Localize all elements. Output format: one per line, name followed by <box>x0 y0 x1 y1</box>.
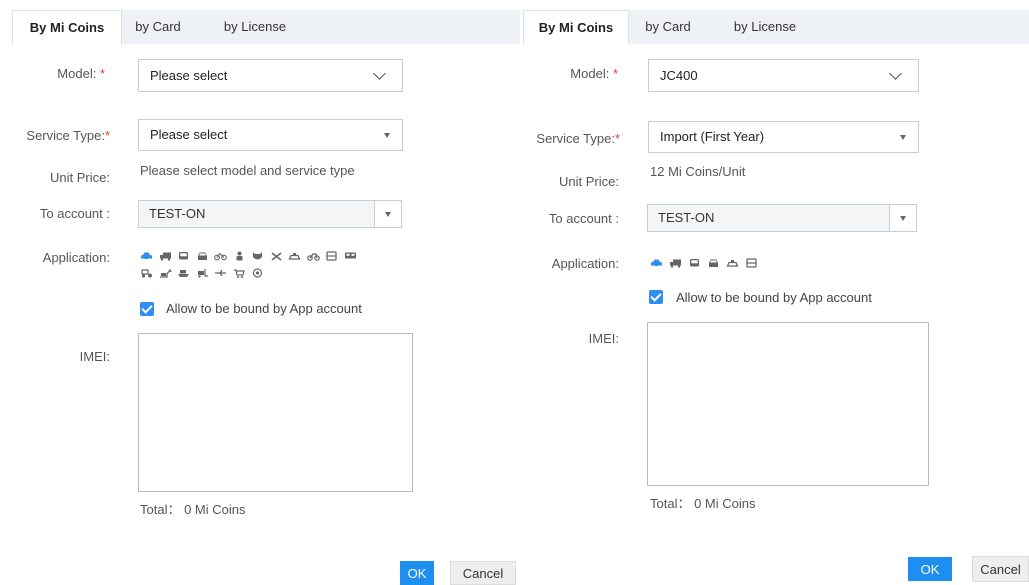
right-panel: By Mi Coins by Card by License Model: * … <box>520 0 1029 582</box>
target-icon[interactable] <box>251 268 264 278</box>
to-account-dropdown-button[interactable] <box>889 204 917 232</box>
allow-bind-label: Allow to be bound by App account <box>676 290 872 305</box>
service-type-label: Service Type:* <box>536 131 620 146</box>
service-type-value: Import (First Year) <box>660 129 765 144</box>
imei-textarea[interactable] <box>138 333 413 492</box>
to-account-label: To account : <box>548 211 619 226</box>
model-select-value: Please select <box>150 68 228 83</box>
model-select[interactable]: Please select <box>138 59 403 92</box>
to-account-dropdown-button[interactable] <box>374 200 402 228</box>
car-front-icon[interactable] <box>196 251 209 261</box>
animal-icon[interactable] <box>251 251 264 261</box>
left-panel: By Mi Coins by Card by License Model: * … <box>0 0 520 585</box>
coach-icon[interactable] <box>325 251 338 261</box>
allow-bind-checkbox[interactable] <box>140 302 154 316</box>
forklift-icon[interactable] <box>196 268 209 278</box>
cancel-button[interactable]: Cancel <box>972 556 1029 582</box>
cancel-button[interactable]: Cancel <box>450 561 516 585</box>
plane-icon[interactable] <box>214 268 227 278</box>
train-icon[interactable] <box>344 251 357 261</box>
to-account-combo[interactable]: TEST-ON <box>647 204 917 232</box>
tab-by-mi-coins[interactable]: By Mi Coins <box>12 10 122 45</box>
car-front-icon[interactable] <box>707 258 720 268</box>
person-icon[interactable] <box>233 251 246 261</box>
cart-icon[interactable] <box>233 268 246 278</box>
imei-label: IMEI: <box>588 331 619 346</box>
ok-button[interactable]: OK <box>400 561 434 585</box>
to-account-value: TEST-ON <box>149 206 206 221</box>
application-label: Application: <box>42 250 110 265</box>
coach-icon[interactable] <box>745 258 758 268</box>
model-select-value: JC400 <box>660 68 698 83</box>
service-type-label: Service Type:* <box>26 128 110 143</box>
ship-icon[interactable] <box>177 268 190 278</box>
unit-price-value: Please select model and service type <box>140 163 355 178</box>
bus-icon[interactable] <box>177 251 190 261</box>
to-account-value: TEST-ON <box>658 210 715 225</box>
tools-icon[interactable] <box>270 251 283 261</box>
ok-button[interactable]: OK <box>908 557 952 581</box>
tab-by-license[interactable]: by License <box>726 10 804 44</box>
imei-textarea[interactable] <box>647 322 929 486</box>
unit-price-value: 12 Mi Coins/Unit <box>650 164 746 179</box>
tab-by-license[interactable]: by License <box>216 10 294 44</box>
taxi-icon[interactable] <box>726 258 739 268</box>
model-select[interactable]: JC400 <box>648 59 919 92</box>
unit-price-label: Unit Price: <box>50 170 110 185</box>
taxi-icon[interactable] <box>288 251 301 261</box>
service-type-select[interactable]: Import (First Year) <box>648 121 919 153</box>
tractor-icon[interactable] <box>140 268 153 278</box>
tab-bar: By Mi Coins by Card by License <box>12 10 520 45</box>
imei-label: IMEI: <box>79 349 110 364</box>
total-text: Total： 0 Mi Coins <box>140 502 246 517</box>
excavator-icon[interactable] <box>159 268 172 278</box>
car-icon[interactable] <box>650 258 663 268</box>
tab-bar: By Mi Coins by Card by License <box>523 10 1029 45</box>
tab-by-card[interactable]: by Card <box>640 10 696 44</box>
bus-icon[interactable] <box>688 258 701 268</box>
allow-bind-label: Allow to be bound by App account <box>166 301 362 316</box>
truck-icon[interactable] <box>159 251 172 261</box>
caret-down-icon <box>385 212 391 217</box>
truck-icon[interactable] <box>669 258 682 268</box>
caret-down-icon <box>384 133 390 138</box>
chevron-down-icon <box>889 67 902 80</box>
caret-down-icon <box>900 216 906 221</box>
service-type-value: Please select <box>150 127 228 142</box>
to-account-label: To account : <box>39 206 110 221</box>
unit-price-label: Unit Price: <box>559 174 619 189</box>
tab-by-card[interactable]: by Card <box>130 10 186 44</box>
to-account-combo[interactable]: TEST-ON <box>138 200 402 228</box>
model-label: Model: * <box>57 66 105 81</box>
chevron-down-icon <box>373 67 386 80</box>
car-icon[interactable] <box>140 251 153 261</box>
application-label: Application: <box>551 256 619 271</box>
bicycle-icon[interactable] <box>214 251 227 261</box>
service-type-select[interactable]: Please select <box>138 119 403 151</box>
tab-by-mi-coins[interactable]: By Mi Coins <box>523 10 629 45</box>
total-text: Total： 0 Mi Coins <box>650 496 756 511</box>
motorcycle-icon[interactable] <box>306 251 320 261</box>
allow-bind-checkbox[interactable] <box>649 290 663 304</box>
model-label: Model: * <box>570 66 618 81</box>
caret-down-icon <box>900 135 906 140</box>
